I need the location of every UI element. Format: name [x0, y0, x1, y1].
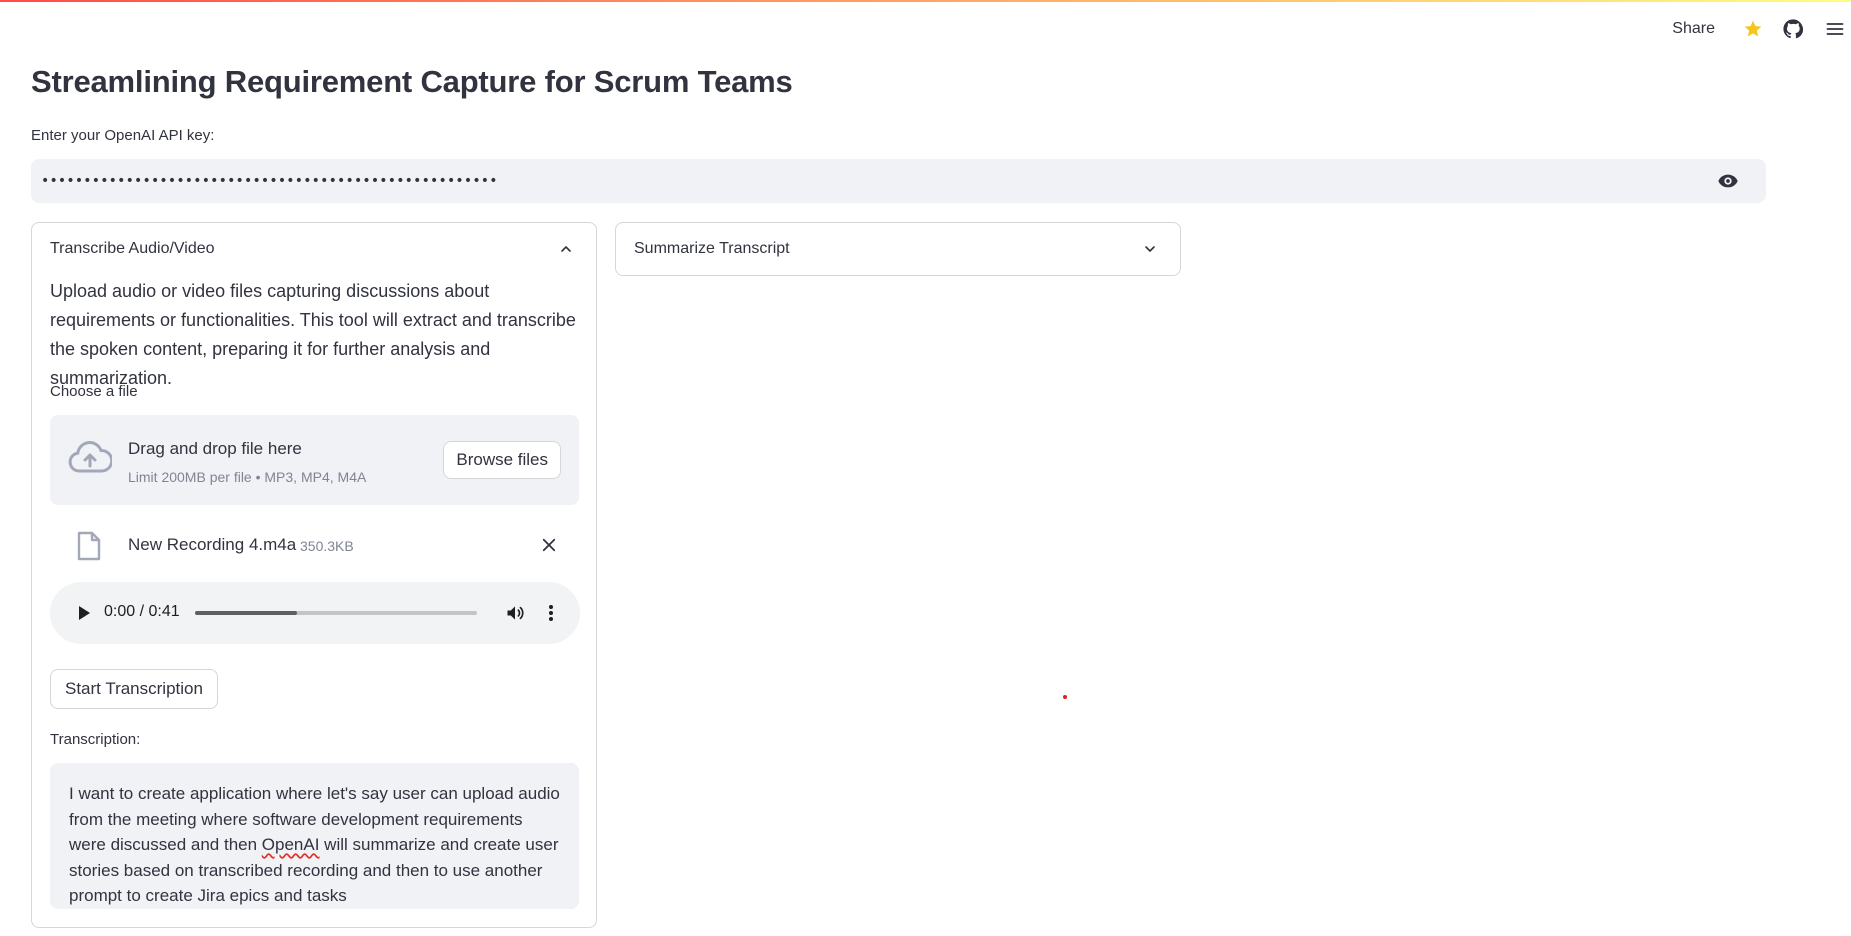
transcribe-expander-header[interactable]: Transcribe Audio/Video [32, 223, 596, 275]
chevron-up-icon [556, 239, 576, 259]
star-icon[interactable] [1741, 17, 1765, 41]
api-key-label: Enter your OpenAI API key: [31, 127, 215, 144]
file-dropzone[interactable]: Drag and drop file here Limit 200MB per … [50, 415, 579, 505]
hamburger-menu-icon[interactable] [1823, 17, 1847, 41]
transcribe-description: Upload audio or video files capturing di… [50, 281, 576, 388]
eye-icon[interactable] [1716, 169, 1740, 193]
browse-files-button[interactable]: Browse files [443, 441, 561, 479]
summarize-expander-header[interactable]: Summarize Transcript [616, 223, 1180, 275]
uploaded-file-item: New Recording 4.m4a 350.3KB [50, 523, 579, 567]
share-button[interactable]: Share [1672, 20, 1715, 38]
summarize-expander-title: Summarize Transcript [634, 240, 790, 257]
play-icon[interactable] [72, 601, 96, 625]
transcription-label: Transcription: [50, 731, 141, 748]
api-key-input[interactable]: ••••••••••••••••••••••••••••••••••••••••… [31, 159, 1766, 203]
cursor-dot [1063, 695, 1067, 699]
chevron-down-icon [1140, 239, 1160, 259]
more-options-icon[interactable] [539, 601, 563, 625]
audio-player: 0:00 / 0:41 [50, 582, 580, 644]
summarize-expander: Summarize Transcript [615, 222, 1181, 276]
volume-icon[interactable] [503, 601, 527, 625]
close-icon[interactable] [537, 533, 561, 557]
top-decoration-bar [0, 0, 1851, 2]
transcription-textarea[interactable]: I want to create application where let's… [50, 763, 579, 909]
cloud-upload-icon [68, 439, 114, 484]
audio-time: 0:00 / 0:41 [104, 603, 180, 620]
transcribe-expander: Transcribe Audio/Video Upload audio or v… [31, 222, 597, 928]
audio-seek-bar[interactable] [195, 611, 477, 615]
app-toolbar: Share [1672, 14, 1851, 44]
uploaded-file-name: New Recording 4.m4a [128, 535, 297, 554]
dropzone-instructions: Drag and drop file here [128, 439, 302, 458]
uploaded-file-size: 350.3KB [300, 538, 354, 554]
file-uploader-label: Choose a file [50, 383, 138, 400]
transcription-misspelled-word: OpenAI [261, 835, 320, 854]
transcribe-expander-title: Transcribe Audio/Video [50, 240, 215, 257]
api-key-value[interactable]: ••••••••••••••••••••••••••••••••••••••••… [31, 173, 1716, 189]
github-icon[interactable] [1781, 17, 1805, 41]
page-title: Streamlining Requirement Capture for Scr… [31, 64, 793, 99]
file-icon [76, 531, 102, 566]
start-transcription-button[interactable]: Start Transcription [50, 669, 218, 709]
audio-seek-progress [195, 611, 297, 615]
dropzone-limit-text: Limit 200MB per file • MP3, MP4, M4A [128, 469, 367, 485]
